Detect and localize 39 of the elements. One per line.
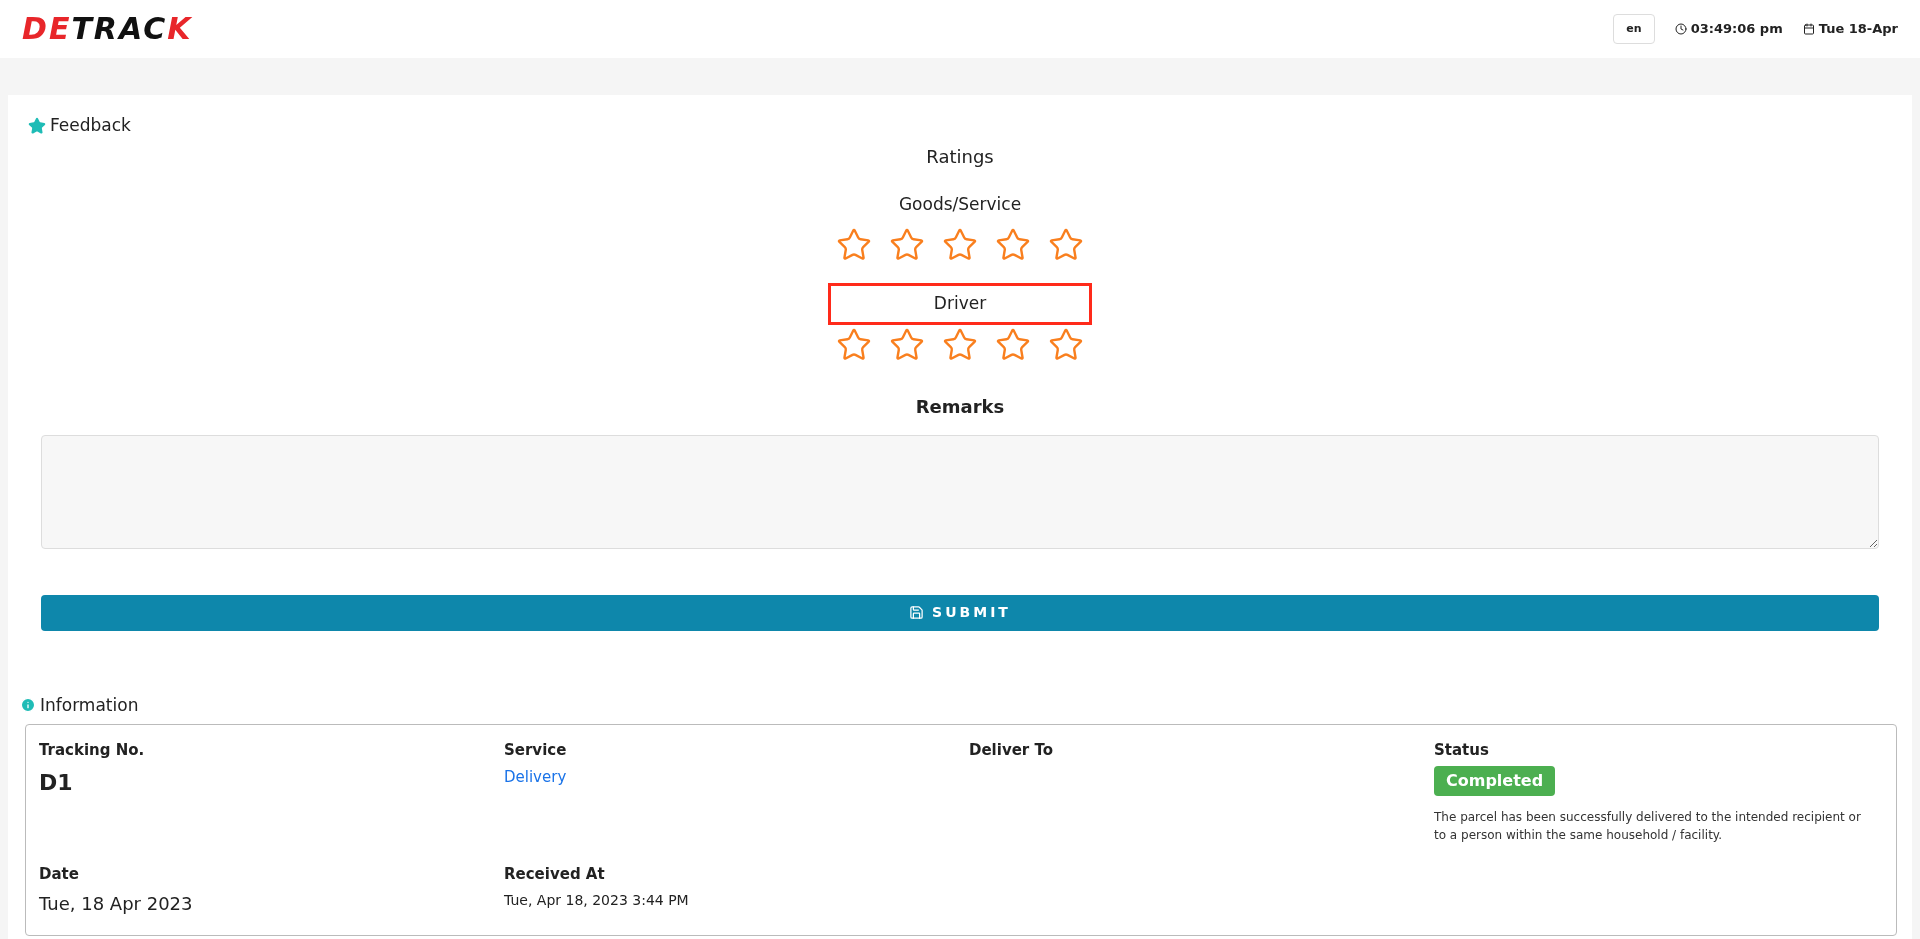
rating-star-icon[interactable] [889, 227, 925, 263]
current-time: 03:49:06 pm [1690, 20, 1783, 39]
field-label: Received At [504, 864, 606, 885]
logo[interactable]: DETRACK [22, 14, 193, 44]
rating-label: Goods/Service [897, 192, 1023, 216]
submit-button[interactable]: SUBMIT [41, 594, 1879, 631]
rating-star-icon[interactable] [942, 227, 978, 263]
field-label: Tracking No. [39, 740, 146, 761]
rating-star-icon[interactable] [889, 326, 925, 363]
rating-star-icon[interactable] [1048, 326, 1084, 363]
rating-star-icon[interactable] [995, 326, 1031, 363]
status-badge: Completed [1434, 765, 1556, 796]
ratings-title: Ratings [926, 144, 994, 169]
field-label: Service [504, 740, 568, 761]
section-title: Feedback [50, 114, 131, 137]
field-value: Tue, Apr 18, 2023 3:44 PM [504, 890, 690, 910]
status-description: The parcel has been successfully delivered to the intended recipient or to a person within the same household / facility. [1434, 808, 1862, 844]
current-date: Tue 18-Apr [1818, 20, 1898, 39]
save-icon [909, 605, 925, 620]
star-icon [28, 116, 46, 135]
field-label: Date [39, 864, 80, 885]
rating-star-icon[interactable] [995, 227, 1031, 263]
rating-star-icon[interactable] [1048, 227, 1084, 263]
info-icon [20, 697, 36, 714]
clock-icon [1674, 23, 1687, 35]
calendar-icon [1802, 23, 1815, 35]
remarks-field[interactable] [41, 434, 1879, 549]
rating-star-icon[interactable] [942, 326, 978, 363]
field-value: Tue, 18 Apr 2023 [39, 891, 194, 916]
language-button[interactable]: en [1613, 13, 1655, 45]
remarks-label: Remarks [915, 394, 1005, 419]
rating-star-icon[interactable] [836, 326, 872, 363]
field-label: Deliver To [969, 740, 1055, 761]
field-label: Status [1434, 740, 1490, 761]
rating-label: Driver [828, 283, 1092, 325]
tracking-number: D1 [39, 768, 74, 797]
rating-star-icon[interactable] [836, 227, 872, 263]
service-link[interactable]: Delivery [504, 765, 567, 788]
section-title: Information [40, 693, 139, 717]
